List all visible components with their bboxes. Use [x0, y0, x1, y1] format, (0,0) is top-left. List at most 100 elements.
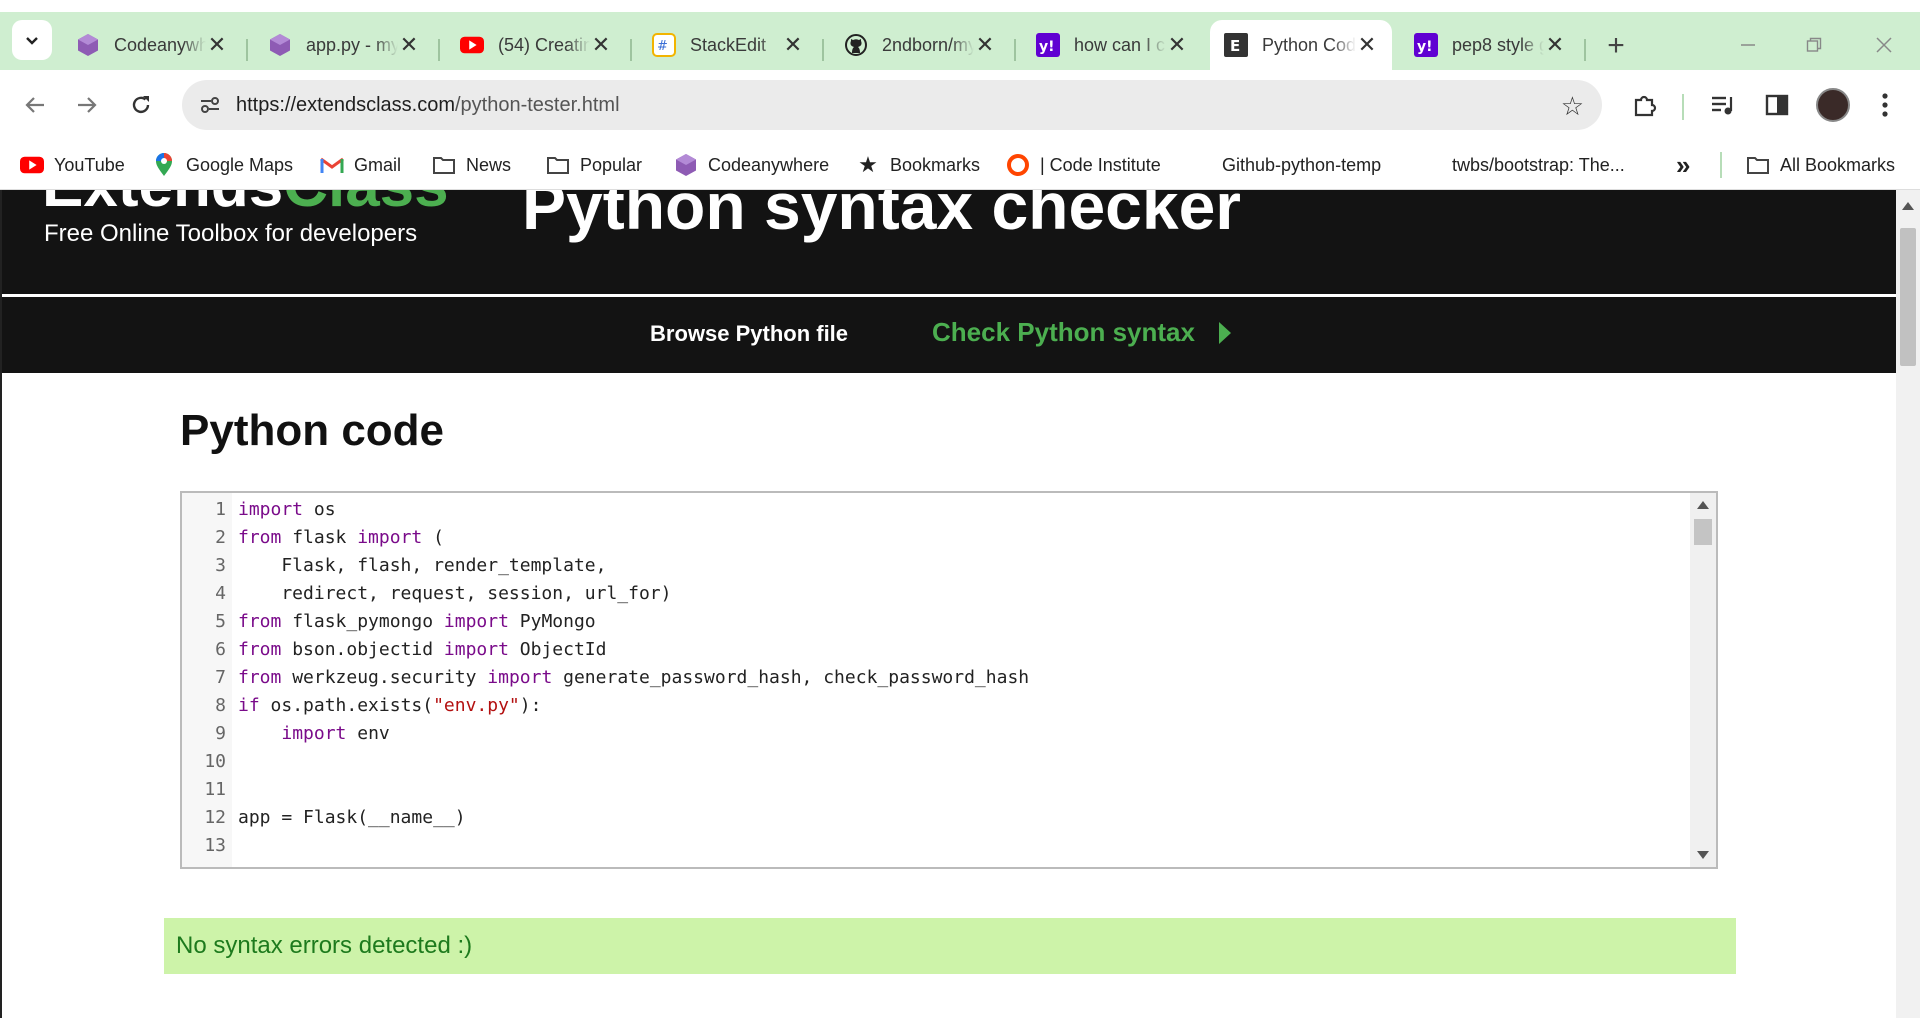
- reload-icon: [132, 96, 150, 114]
- browse-python-file-button[interactable]: Browse Python file: [650, 321, 848, 347]
- restore-button[interactable]: [1794, 30, 1834, 60]
- tab-search-button[interactable]: [12, 20, 52, 60]
- line-number: 4: [215, 583, 226, 604]
- code-line[interactable]: 11: [182, 776, 1716, 804]
- close-icon[interactable]: ✕: [974, 32, 996, 57]
- code-token: (: [422, 527, 444, 548]
- code-line[interactable]: 10: [182, 748, 1716, 776]
- keyword-token: import: [357, 527, 423, 548]
- code-line[interactable]: 5 from flask_pymongo import PyMongo: [182, 608, 1716, 636]
- reload-button[interactable]: [122, 86, 160, 124]
- bookmark-folder-news[interactable]: News: [432, 150, 511, 180]
- side-panel-button[interactable]: [1760, 88, 1794, 122]
- bookmark-google-maps[interactable]: Google Maps: [152, 150, 293, 180]
- all-bookmarks-button[interactable]: All Bookmarks: [1746, 150, 1895, 180]
- new-tab-button[interactable]: +: [1598, 28, 1634, 64]
- extensions-button[interactable]: [1628, 88, 1662, 122]
- keyword-token: import: [443, 611, 509, 632]
- close-icon[interactable]: ✕: [590, 32, 612, 57]
- keyword-token: import: [487, 667, 553, 688]
- folder-icon: [432, 153, 456, 177]
- code-line[interactable]: 1 import os: [182, 496, 1716, 524]
- code-token: ObjectId: [508, 639, 607, 660]
- puzzle-icon: [1634, 95, 1657, 117]
- tab-stackedit[interactable]: # StackEdit ✕: [638, 22, 818, 68]
- yahoo-icon: y!: [1036, 33, 1060, 57]
- code-line[interactable]: 7 from werkzeug.security import generate_…: [182, 664, 1716, 692]
- site-tagline: Free Online Toolbox for developers: [44, 220, 418, 247]
- code-token: bson.objectid: [281, 639, 444, 660]
- close-window-button[interactable]: [1864, 30, 1904, 60]
- page-scrollbar[interactable]: [1896, 190, 1920, 1018]
- tab-github[interactable]: 2ndborn/my-flask-app ✕: [830, 22, 1010, 68]
- scroll-down-arrow-icon[interactable]: [1697, 851, 1709, 859]
- tab-separator: [822, 39, 824, 61]
- url-text[interactable]: https://extendsclass.com/python-tester.h…: [236, 94, 620, 117]
- string-token: "env.py": [433, 695, 520, 716]
- tab-codeanywhere[interactable]: Codeanywhere ✕: [62, 22, 242, 68]
- more-bookmarks-button[interactable]: »: [1676, 150, 1690, 180]
- line-number: 13: [204, 835, 226, 856]
- tab-youtube[interactable]: (54) Creating a Flask App ✕: [446, 22, 626, 68]
- close-icon[interactable]: ✕: [782, 32, 804, 57]
- maps-icon: [152, 153, 176, 177]
- page-scroll-thumb[interactable]: [1900, 228, 1916, 366]
- address-bar[interactable]: https://extendsclass.com/python-tester.h…: [182, 80, 1602, 130]
- close-icon[interactable]: ✕: [1544, 32, 1566, 57]
- bookmark-code-institute[interactable]: | Code Institute: [1006, 150, 1161, 180]
- tab-python-checker[interactable]: E Python Code Checker ✕: [1210, 20, 1392, 70]
- svg-text:y!: y!: [1039, 39, 1055, 55]
- code-line[interactable]: 3 Flask, flash, render_template,: [182, 552, 1716, 580]
- code-editor[interactable]: 1 import os 2 from flask import (3 Flask, f…: [180, 491, 1718, 869]
- site-logo[interactable]: ExtendsClass: [42, 190, 449, 221]
- code-line[interactable]: 8 if os.path.exists("env.py"):: [182, 692, 1716, 720]
- code-token: Flask, flash, render_template,: [238, 555, 607, 576]
- close-icon[interactable]: ✕: [206, 32, 228, 57]
- bookmark-bookmarks[interactable]: ★ Bookmarks: [856, 150, 980, 180]
- tab-separator: [246, 39, 248, 61]
- keyword-token: import: [281, 723, 347, 744]
- code-token: generate_password_hash, check_password_h…: [552, 667, 1030, 688]
- code-line[interactable]: 2 from flask import (: [182, 524, 1716, 552]
- close-icon: [1876, 37, 1892, 53]
- line-number: 5: [215, 611, 226, 632]
- browser-menu-button[interactable]: [1868, 88, 1902, 122]
- editor-scroll-thumb[interactable]: [1694, 519, 1712, 545]
- toolbar-divider: [1682, 94, 1684, 120]
- tab-app-py[interactable]: app.py - my-flask-app ✕: [254, 22, 434, 68]
- code-line[interactable]: 4 redirect, request, session, url_for): [182, 580, 1716, 608]
- tab-separator: [438, 39, 440, 61]
- bookmark-twbs-bootstrap[interactable]: twbs/bootstrap: The...: [1452, 150, 1625, 180]
- code-text: app = Flask(__name__): [238, 804, 466, 832]
- result-message: No syntax errors detected :): [176, 932, 473, 959]
- close-icon[interactable]: ✕: [1356, 32, 1378, 57]
- bookmark-youtube[interactable]: YouTube: [20, 150, 125, 180]
- scroll-up-arrow-icon[interactable]: [1902, 202, 1914, 210]
- tab-pep8[interactable]: y! pep8 style guide ✕: [1400, 22, 1580, 68]
- code-text: from bson.objectid import ObjectId: [238, 636, 607, 664]
- profile-avatar[interactable]: [1816, 88, 1850, 122]
- code-line[interactable]: 6 from bson.objectid import ObjectId: [182, 636, 1716, 664]
- code-token: app = Flask(__name__): [238, 807, 466, 828]
- toolbar: https://extendsclass.com/python-tester.h…: [0, 70, 1920, 140]
- code-line[interactable]: 13: [182, 832, 1716, 860]
- close-icon[interactable]: ✕: [1166, 32, 1188, 57]
- check-python-syntax-button[interactable]: Check Python syntax: [932, 317, 1231, 348]
- back-button[interactable]: [16, 86, 54, 124]
- code-line[interactable]: 9 import env: [182, 720, 1716, 748]
- bookmark-folder-popular[interactable]: Popular: [546, 150, 642, 180]
- bookmark-star-icon[interactable]: ☆: [1561, 91, 1584, 122]
- svg-text:E: E: [1230, 37, 1240, 55]
- tab-yahoo-check[interactable]: y! how can I check python ✕: [1022, 22, 1202, 68]
- forward-button[interactable]: [68, 86, 106, 124]
- bookmark-github-python-temp[interactable]: Github-python-temp: [1222, 150, 1381, 180]
- bookmark-gmail[interactable]: Gmail: [320, 150, 401, 180]
- close-icon[interactable]: ✕: [398, 32, 420, 57]
- code-line[interactable]: 12 app = Flask(__name__): [182, 804, 1716, 832]
- site-settings-icon[interactable]: [198, 93, 222, 117]
- bookmark-codeanywhere[interactable]: Codeanywhere: [674, 150, 829, 180]
- minimize-button[interactable]: [1728, 30, 1768, 60]
- scroll-up-arrow-icon[interactable]: [1697, 501, 1709, 509]
- media-controls-button[interactable]: [1706, 88, 1740, 122]
- editor-scrollbar[interactable]: [1690, 493, 1716, 867]
